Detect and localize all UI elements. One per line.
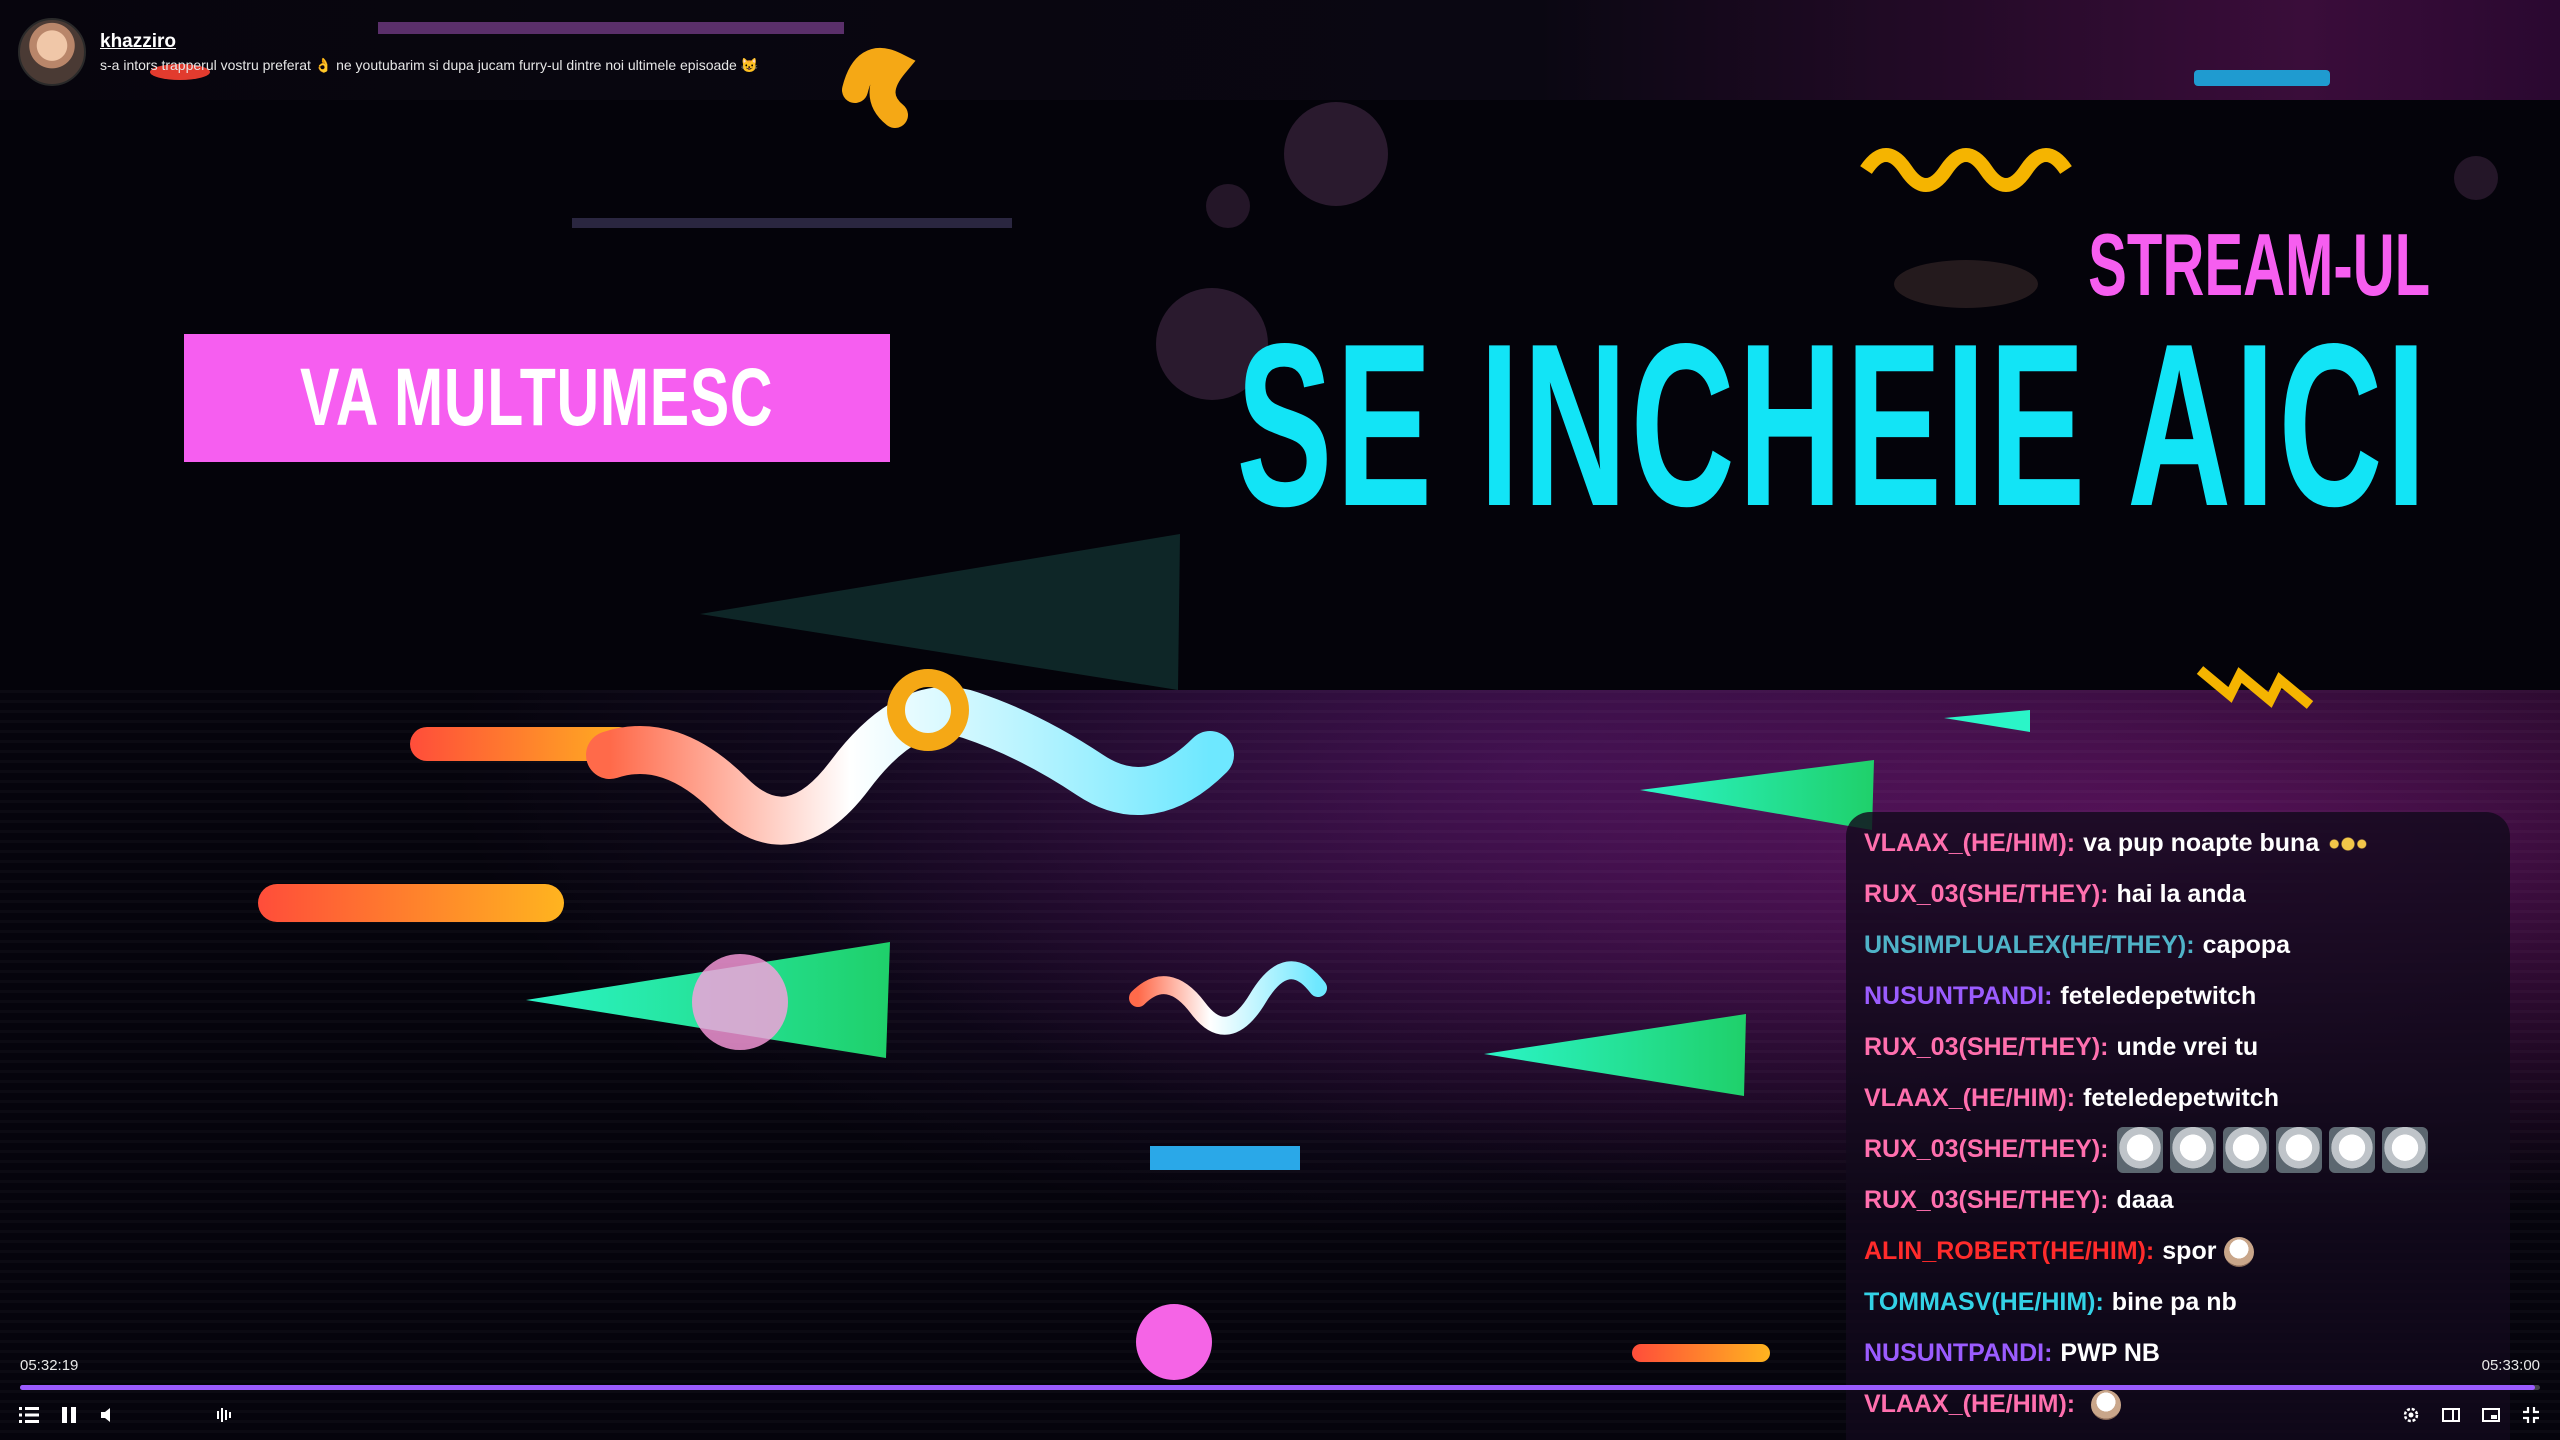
controls-right	[2400, 1404, 2542, 1426]
total-time: 05:33:00	[2481, 1357, 2540, 1374]
chat-text: feteledepetwitch	[2060, 982, 2257, 1010]
chat-text: unde vrei tu	[2116, 1033, 2259, 1061]
dog-emote-icon	[2275, 1126, 2322, 1173]
chat-message: RUX_03(SHE/THEY): daaa	[1846, 1175, 2510, 1226]
chat-username[interactable]: RUX_03(SHE/THEY):	[1864, 880, 2109, 909]
chat-username[interactable]: NUSUNTPANDI:	[1864, 982, 2052, 1011]
chat-message: NUSUNTPANDI: feteledepetwitch	[1846, 971, 2510, 1022]
settings-icon[interactable]	[2400, 1404, 2422, 1426]
chat-username[interactable]: VLAAX_(HE/HIM):	[1864, 1084, 2075, 1113]
controls-left	[18, 1404, 120, 1426]
chat-text: feteledepetwitch	[2083, 1084, 2279, 1112]
seek-bar-fill	[20, 1385, 2535, 1390]
dog-emote-icon	[2381, 1126, 2428, 1173]
chat-username[interactable]: VLAAX_(HE/HIM):	[1864, 829, 2075, 858]
exit-fullscreen-icon[interactable]	[2520, 1404, 2542, 1426]
chat-message: ALIN_ROBERT(HE/HIM): spor	[1846, 1226, 2510, 1277]
volume-icon[interactable]	[98, 1404, 120, 1426]
chat-username[interactable]: ALIN_ROBERT(HE/HIM):	[1864, 1237, 2154, 1266]
dog-emote-icon	[2222, 1126, 2269, 1173]
channel-name[interactable]: khazziro	[100, 31, 758, 53]
pause-icon[interactable]	[58, 1404, 80, 1426]
chat-overlay: VLAAX_(HE/HIM): va pup noapte buna RUX_03(…	[1846, 812, 2510, 1440]
thanks-banner: VA MULTUMESC	[184, 334, 890, 462]
chat-text: bine pa nb	[2111, 1288, 2237, 1316]
video-frame[interactable]: khazziro s-a intors trapperul vostru pre…	[0, 0, 2560, 1440]
seek-bar[interactable]	[20, 1385, 2540, 1390]
chat-username[interactable]: RUX_03(SHE/THEY):	[1864, 1186, 2109, 1215]
dog-emote-icon	[2116, 1126, 2163, 1173]
emote-icon	[2224, 1236, 2255, 1267]
chat-message: RUX_03(SHE/THEY): unde vrei tu	[1846, 1022, 2510, 1073]
chat-message: RUX_03(SHE/THEY): hai la anda	[1846, 869, 2510, 920]
chapters-icon[interactable]	[18, 1404, 40, 1426]
stream-title: s-a intors trapperul vostru preferat 👌 n…	[100, 56, 759, 73]
chat-message: RUX_03(SHE/THEY):	[1846, 1124, 2510, 1175]
chat-username[interactable]: NUSUNTPANDI:	[1864, 1339, 2052, 1368]
chat-username[interactable]: VLAAX_(HE/HIM):	[1864, 1390, 2075, 1419]
chat-text: capopa	[2202, 931, 2291, 959]
chat-message: NUSUNTPANDI: PWP NB	[1846, 1328, 2510, 1379]
chat-text: va pup noapte buna	[2083, 829, 2320, 857]
theatre-mode-icon[interactable]	[2440, 1404, 2462, 1426]
chat-username[interactable]: RUX_03(SHE/THEY):	[1864, 1135, 2109, 1164]
chat-message: TOMMASV(HE/HIM): bine pa nb	[1846, 1277, 2510, 1328]
dog-emote-icon	[2169, 1126, 2216, 1173]
chat-text: hai la anda	[2116, 880, 2246, 908]
chat-text: PWP NB	[2060, 1339, 2160, 1367]
emote-icon	[2091, 1389, 2122, 1420]
chat-message: VLAAX_(HE/HIM): feteledepetwitch	[1846, 1073, 2510, 1124]
sleep-emote-icon	[2325, 836, 2372, 851]
audio-level-icon[interactable]	[214, 1404, 236, 1426]
chat-username[interactable]: UNSIMPLUALEX(HE/THEY):	[1864, 931, 2195, 960]
chat-text: daaa	[2116, 1186, 2174, 1214]
chat-message: VLAAX_(HE/HIM): va pup noapte buna	[1846, 818, 2510, 869]
dog-emote-icon	[2328, 1126, 2375, 1173]
current-time: 05:32:19	[20, 1357, 79, 1374]
chat-text: spor	[2162, 1237, 2217, 1265]
chat-username[interactable]: RUX_03(SHE/THEY):	[1864, 1033, 2109, 1062]
chat-message: UNSIMPLUALEX(HE/THEY): capopa	[1846, 920, 2510, 971]
chat-username[interactable]: TOMMASV(HE/HIM):	[1864, 1288, 2104, 1317]
pip-icon[interactable]	[2480, 1404, 2502, 1426]
stream-header: khazziro s-a intors trapperul vostru pre…	[18, 18, 758, 86]
channel-avatar[interactable]	[18, 18, 86, 86]
heading-big: SE INCHEIE AICI	[1236, 296, 2430, 555]
thanks-banner-text: VA MULTUMESC	[300, 352, 774, 443]
